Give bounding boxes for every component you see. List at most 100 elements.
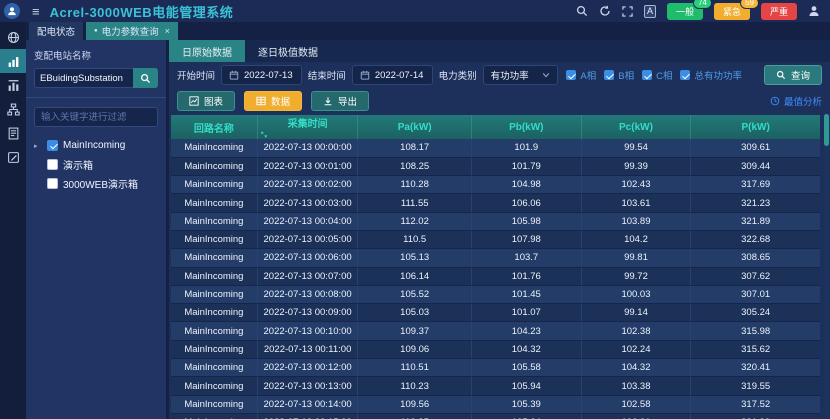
checkbox-checked[interactable] [566,70,576,80]
table-cell: 109.06 [358,340,472,358]
menu-toggle-icon[interactable]: ≡ [32,4,40,19]
fullscreen-icon[interactable] [622,6,633,17]
export-button[interactable]: 导出 [311,91,369,111]
calendar-icon [360,70,370,80]
table-cell: MainIncoming [171,340,257,358]
tree-caret-icon[interactable]: ▸ [34,142,42,150]
sidebar-item-statistics[interactable] [0,73,26,97]
table-cell: 2022-07-13 00:06:00 [257,249,358,267]
table-row[interactable]: MainIncoming2022-07-13 00:10:00109.37104… [171,322,820,340]
table-cell: 2022-07-13 00:03:00 [257,194,358,212]
table-cell: MainIncoming [171,377,257,395]
data-table-wrap: 回路名称 采集时间 Pa(kW) Pb(kW) Pc(kW) P(kW) [171,115,820,419]
tree-item-demo-box[interactable]: 演示箱 [34,155,158,174]
checkbox-unchecked[interactable] [47,159,58,170]
circuit-tree: ▸ MainIncoming 演示箱 3000WEB演示箱 [34,136,158,193]
station-search-button[interactable] [133,68,158,88]
checkbox-checked[interactable] [604,70,614,80]
chart-view-button[interactable]: 图表 [177,91,235,111]
table-cell: 101.76 [471,267,581,285]
table-row[interactable]: MainIncoming2022-07-13 00:04:00112.02105… [171,212,820,230]
font-size-icon[interactable]: A [644,5,656,18]
checkbox-unchecked[interactable] [47,178,58,189]
window-tabbar: 配电状态 ● 电力参数查询 × [26,22,830,40]
data-view-button[interactable]: 数据 [244,91,302,111]
table-cell: 99.14 [581,304,691,322]
table-row[interactable]: MainIncoming2022-07-13 00:00:00108.17101… [171,139,820,157]
total-active-power-checkbox[interactable]: 总有功功率 [680,68,742,82]
checkbox-checked[interactable] [642,70,652,80]
tree-item-3000web-demo-box[interactable]: 3000WEB演示箱 [34,174,158,193]
table-row[interactable]: MainIncoming2022-07-13 00:09:00105.03101… [171,304,820,322]
avatar[interactable] [4,3,20,19]
checkbox-checked[interactable] [47,140,58,151]
tree-item-mainincoming[interactable]: ▸ MainIncoming [34,136,158,155]
table-row[interactable]: MainIncoming2022-07-13 00:05:00110.5107.… [171,230,820,248]
table-cell: 102.38 [581,322,691,340]
phase-b-checkbox[interactable]: B相 [604,68,634,82]
table-cell: MainIncoming [171,212,257,230]
table-cell: MainIncoming [171,194,257,212]
table-row[interactable]: MainIncoming2022-07-13 00:01:00108.25101… [171,157,820,175]
tab-daily-raw-data[interactable]: 日原始数据 [169,40,245,62]
sidebar-item-devices[interactable] [0,97,26,121]
table-cell: 317.69 [691,176,820,194]
table-cell: 110.28 [358,176,472,194]
tree-item-label: 3000WEB演示箱 [63,176,138,191]
phase-a-checkbox[interactable]: A相 [566,68,596,82]
table-row[interactable]: MainIncoming2022-07-13 00:11:00109.06104… [171,340,820,358]
table-row[interactable]: MainIncoming2022-07-13 00:02:00110.28104… [171,176,820,194]
table-row[interactable]: MainIncoming2022-07-13 00:03:00111.55106… [171,194,820,212]
table-header-row: 回路名称 采集时间 Pa(kW) Pb(kW) Pc(kW) P(kW) [171,115,820,139]
analysis-link-label: 最值分析 [784,94,822,108]
search-icon[interactable] [576,5,588,17]
table-scrollbar[interactable] [824,112,829,416]
table-row[interactable]: MainIncoming2022-07-13 00:07:00106.14101… [171,267,820,285]
table-cell: 321.89 [691,212,820,230]
table-cell: MainIncoming [171,139,257,157]
table-cell: 104.32 [581,359,691,377]
table-cell: MainIncoming [171,304,257,322]
table-row[interactable]: MainIncoming2022-07-13 00:06:00105.13103… [171,249,820,267]
col-collect-time[interactable]: 采集时间 [257,115,358,139]
tab-daily-extreme-data[interactable]: 逐日极值数据 [245,40,331,62]
table-row[interactable]: MainIncoming2022-07-13 00:14:00109.56105… [171,395,820,413]
sidebar-item-maintenance[interactable] [0,145,26,169]
tree-filter-input[interactable] [34,107,158,127]
alarm-badge-urgent[interactable]: 紧急 59 [714,3,750,20]
phase-c-checkbox[interactable]: C相 [642,68,672,82]
end-date-input[interactable]: 2022-07-14 [352,65,433,85]
extreme-analysis-link[interactable]: 最值分析 [770,94,822,108]
alarm-count-badge: 59 [740,0,759,9]
sidebar-item-power-query[interactable] [0,49,26,73]
table-cell: 321.23 [691,194,820,212]
table-cell: 106.06 [471,194,581,212]
sidebar-item-reports[interactable] [0,121,26,145]
user-icon[interactable] [808,5,820,17]
sidebar-item-overview[interactable] [0,25,26,49]
window-tab-power-param-query[interactable]: ● 电力参数查询 × [86,22,178,40]
refresh-icon[interactable] [599,5,611,17]
table-cell: 105.94 [471,377,581,395]
station-panel: 变配电站名称 ▸ MainIncoming [26,40,166,419]
window-tab-distribution-status[interactable]: 配电状态 [29,22,83,40]
table-row[interactable]: MainIncoming2022-07-13 00:08:00105.52101… [171,285,820,303]
calendar-icon [229,70,239,80]
station-input[interactable] [34,68,133,88]
table-row[interactable]: MainIncoming2022-07-13 00:13:00110.23105… [171,377,820,395]
close-icon[interactable]: × [165,26,170,36]
table-row[interactable]: MainIncoming2022-07-13 00:15:00110.35105… [171,413,820,419]
query-button[interactable]: 查询 [764,65,822,85]
filter-bar: 开始时间 2022-07-13 结束时间 2022-07-14 电力类别 有功 [169,62,830,88]
start-date-input[interactable]: 2022-07-13 [221,65,302,85]
alarm-badge-general[interactable]: 一般 74 [667,3,703,20]
power-category-select[interactable]: 有功功率 [483,65,559,85]
divider [26,97,166,98]
checkbox-checked[interactable] [680,70,690,80]
scrollbar-thumb[interactable] [824,114,829,146]
table-row[interactable]: MainIncoming2022-07-13 00:12:00110.51105… [171,359,820,377]
table-cell: 309.44 [691,157,820,175]
table-cell: 105.64 [471,413,581,419]
alarm-badge-severe[interactable]: 严重 [761,3,797,20]
table-cell: 2022-07-13 00:14:00 [257,395,358,413]
